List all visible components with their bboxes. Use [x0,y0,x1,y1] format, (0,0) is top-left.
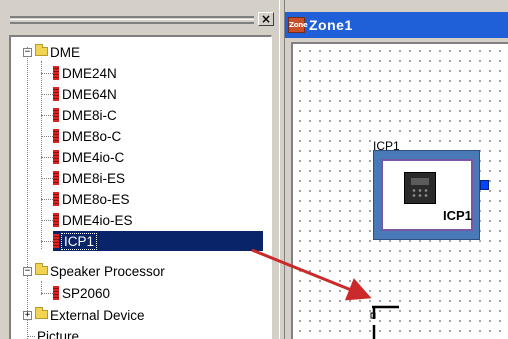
zone-window: Zone Zone1 ICP1 ICP1 [285,12,508,339]
component-tree: − DME DME24N DME64N DME8i-C DME8o-C DME4… [9,35,272,339]
tree-connector [41,73,53,74]
device-icon [53,150,59,164]
zone-canvas[interactable]: ICP1 ICP1 [291,42,508,339]
zone-titlebar[interactable]: Zone Zone1 [285,12,508,38]
tree-item-label: DME [50,44,80,60]
tree-connector [41,157,53,158]
tree-item-label: Speaker Processor [50,263,165,279]
tree-connector [41,115,53,116]
tree-connector [41,94,53,95]
zone-icon: Zone [288,17,308,33]
tree-item-label: External Device [50,307,145,323]
tree-item-label: DME4io-C [62,149,125,165]
component-face: ICP1 [381,159,473,231]
device-icon [53,286,59,300]
tree-item-icp1[interactable]: ICP1 [53,231,263,251]
icp1-device-icon [404,172,436,204]
tree-item-dme24n[interactable]: DME24N [53,63,117,83]
tree-connector [41,293,53,294]
tree-item-label: DME8i-C [62,107,117,123]
tree-item-dme4io-es[interactable]: DME4io-ES [53,210,133,230]
tree-item-dme4io-c[interactable]: DME4io-C [53,147,124,167]
device-icon [53,108,59,122]
tree-item-label: DME8o-ES [62,191,130,207]
tree-item-label: SP2060 [62,285,111,301]
tree-item-sp2060[interactable]: SP2060 [53,283,110,303]
folder-icon [35,262,48,275]
tree-connector [41,199,53,200]
zone-title: Zone1 [309,17,353,33]
tree-item-picture[interactable]: Picture [37,326,79,339]
tree-item-label: DME4io-ES [62,212,133,228]
folder-icon [35,306,48,319]
output-port[interactable] [480,180,489,190]
tree-item-label: DME64N [62,86,117,102]
component-label: ICP1 [443,208,472,223]
tree-item-label: Picture [37,328,80,339]
tree-connector [41,241,53,242]
tree-item-dme64n[interactable]: DME64N [53,84,117,104]
device-icon [53,129,59,143]
device-icon [53,213,59,227]
tree-item-dme[interactable]: DME [35,42,80,62]
drop-cursor-icon [370,305,399,339]
tree-item-dme8o-es[interactable]: DME8o-ES [53,189,130,209]
close-icon[interactable]: × [258,12,274,26]
tree-item-dme8i-es[interactable]: DME8i-ES [53,168,125,188]
device-icon [53,87,59,101]
component-list-panel: × − DME DME24N DME64N DME8i-C DME8o-C DM… [0,0,280,339]
tree-connector [27,47,28,339]
expander-external-device[interactable]: + [23,311,32,320]
tree-connector [41,178,53,179]
device-icon [53,192,59,206]
device-icon [53,66,59,80]
tree-item-label: DME24N [62,65,117,81]
tree-item-label: DME8o-C [62,128,122,144]
device-icon [53,234,59,248]
tree-item-dme8i-c[interactable]: DME8i-C [53,105,117,125]
panel-grip[interactable] [10,16,254,24]
tree-connector [41,220,53,221]
tree-connector [41,136,53,137]
tree-item-label: ICP1 [60,232,98,250]
expander-speaker-processor[interactable]: − [23,267,32,276]
tree-item-dme8o-c[interactable]: DME8o-C [53,126,121,146]
tree-item-external-device[interactable]: External Device [35,305,145,325]
folder-icon [35,43,48,56]
tree-item-label: DME8i-ES [62,170,126,186]
expander-dme[interactable]: − [23,48,32,57]
device-icon [53,171,59,185]
tree-connector [27,336,35,337]
tree-item-speaker-processor[interactable]: Speaker Processor [35,261,165,281]
icp1-component[interactable]: ICP1 [373,150,480,240]
